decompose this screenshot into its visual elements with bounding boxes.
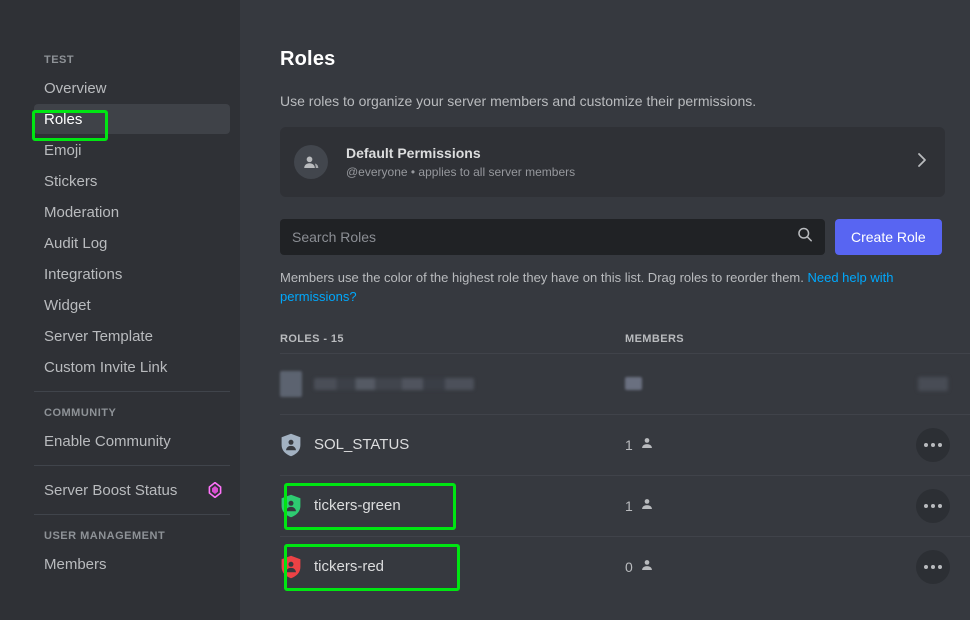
member-person-icon xyxy=(640,497,654,514)
search-input[interactable] xyxy=(280,219,825,255)
dot xyxy=(937,503,942,508)
sidebar-item-label: Emoji xyxy=(44,141,82,159)
sidebar-item-server-template[interactable]: Server Template xyxy=(34,321,230,351)
role-name-cell xyxy=(280,370,625,397)
more-options-icon[interactable] xyxy=(915,549,950,584)
role-name-label: SOL_STATUS xyxy=(314,436,410,454)
sidebar-item-server-boost-status[interactable]: Server Boost Status xyxy=(34,475,230,505)
member-person-icon xyxy=(640,436,654,453)
sidebar-item-label: Custom Invite Link xyxy=(44,358,168,376)
role-actions-cell xyxy=(885,488,970,523)
role-members-cell: 1 xyxy=(625,436,885,453)
settings-window: TEST Overview Roles Emoji Stickers Moder… xyxy=(0,0,970,620)
sidebar-item-label: Stickers xyxy=(44,172,98,190)
sidebar-item-label: Moderation xyxy=(44,203,120,221)
dot xyxy=(930,564,935,569)
dot xyxy=(937,564,942,569)
role-actions-cell xyxy=(885,427,970,462)
sidebar-divider xyxy=(34,391,230,392)
role-shield-icon xyxy=(280,433,302,457)
default-permissions-title: Default Permissions xyxy=(346,145,481,161)
sidebar-heading-community: COMMUNITY xyxy=(44,407,117,419)
sidebar-heading-user-management: USER MANAGEMENT xyxy=(44,530,166,542)
role-name-label: tickers-red xyxy=(314,558,385,576)
roles-hint-text: Members use the color of the highest rol… xyxy=(280,269,945,307)
page-subtitle: Use roles to organize your server member… xyxy=(280,93,757,109)
create-role-button[interactable]: Create Role xyxy=(835,219,942,255)
default-permissions-card[interactable]: Default Permissions @everyone • applies … xyxy=(280,127,945,197)
server-boost-icon xyxy=(208,481,222,499)
roles-hint-sentence: Members use the color of the highest rol… xyxy=(280,270,808,285)
search-field-wrapper xyxy=(280,219,825,255)
sidebar-item-custom-invite-link[interactable]: Custom Invite Link xyxy=(34,352,230,382)
dot xyxy=(937,442,942,447)
sidebar-item-widget[interactable]: Widget xyxy=(34,290,230,320)
default-permissions-description: @everyone • applies to all server member… xyxy=(346,165,576,179)
settings-sidebar: TEST Overview Roles Emoji Stickers Moder… xyxy=(0,0,240,620)
table-row[interactable]: tickers-red 0 xyxy=(280,535,970,597)
sidebar-item-label: Overview xyxy=(44,79,107,97)
dot xyxy=(923,564,928,569)
role-actions-cell xyxy=(885,549,970,584)
role-shield-icon xyxy=(280,370,302,397)
sidebar-item-label: Members xyxy=(44,555,107,573)
sidebar-item-audit-log[interactable]: Audit Log xyxy=(34,228,230,258)
role-members-cell: 0 xyxy=(625,558,885,575)
role-name-cell: SOL_STATUS xyxy=(280,433,625,457)
page-title: Roles xyxy=(280,48,336,70)
dot xyxy=(930,442,935,447)
sidebar-item-label: Enable Community xyxy=(44,432,171,450)
roles-search-row: Create Role xyxy=(280,219,970,255)
sidebar-item-label: Roles xyxy=(44,110,83,128)
role-shield-icon xyxy=(280,494,302,518)
sidebar-item-integrations[interactable]: Integrations xyxy=(34,259,230,289)
roles-settings-panel: Roles Use roles to organize your server … xyxy=(240,0,970,620)
sidebar-item-roles[interactable]: Roles xyxy=(34,104,230,134)
role-shield-icon xyxy=(280,555,302,579)
column-header-roles: ROLES - 15 xyxy=(280,332,344,345)
table-row[interactable]: SOL_STATUS 1 xyxy=(280,413,970,475)
role-member-count: 1 xyxy=(625,497,633,514)
sidebar-item-label: Widget xyxy=(44,296,91,314)
role-member-count: 1 xyxy=(625,436,633,453)
role-member-count-redacted xyxy=(625,377,642,391)
more-options-icon[interactable] xyxy=(917,376,948,391)
table-row[interactable] xyxy=(280,352,970,414)
default-permissions-text: Default Permissions @everyone • applies … xyxy=(346,145,915,179)
sidebar-item-enable-community[interactable]: Enable Community xyxy=(34,426,230,456)
column-header-members: MEMBERS xyxy=(625,332,685,345)
role-name-cell: tickers-red xyxy=(280,555,625,579)
people-icon xyxy=(294,145,328,179)
role-name-redacted xyxy=(314,377,474,390)
role-members-cell: 1 xyxy=(625,497,885,514)
role-members-cell xyxy=(625,377,885,391)
role-name-cell: tickers-green xyxy=(280,494,625,518)
more-options-icon[interactable] xyxy=(915,488,950,523)
sidebar-heading-test: TEST xyxy=(44,54,75,66)
sidebar-item-label: Server Boost Status xyxy=(44,481,178,499)
sidebar-item-label: Server Template xyxy=(44,327,153,345)
sidebar-item-stickers[interactable]: Stickers xyxy=(34,166,230,196)
sidebar-item-emoji[interactable]: Emoji xyxy=(34,135,230,165)
more-options-icon[interactable] xyxy=(915,427,950,462)
sidebar-item-overview[interactable]: Overview xyxy=(34,73,230,103)
sidebar-item-moderation[interactable]: Moderation xyxy=(34,197,230,227)
dot xyxy=(930,503,935,508)
chevron-right-icon xyxy=(915,150,929,175)
dot xyxy=(923,442,928,447)
table-row[interactable]: tickers-green 1 xyxy=(280,474,970,536)
role-actions-cell xyxy=(885,376,970,391)
sidebar-item-label: Audit Log xyxy=(44,234,108,252)
role-name-label: tickers-green xyxy=(314,497,401,515)
sidebar-divider xyxy=(34,514,230,515)
sidebar-divider xyxy=(34,465,230,466)
roles-table: ROLES - 15 MEMBERS SOL_STATUS 1 tickers-… xyxy=(280,333,970,597)
member-person-icon xyxy=(640,558,654,575)
sidebar-item-members[interactable]: Members xyxy=(34,549,230,579)
role-member-count: 0 xyxy=(625,558,633,575)
roles-table-header: ROLES - 15 MEMBERS xyxy=(280,333,970,353)
dot xyxy=(923,503,928,508)
sidebar-item-label: Integrations xyxy=(44,265,123,283)
